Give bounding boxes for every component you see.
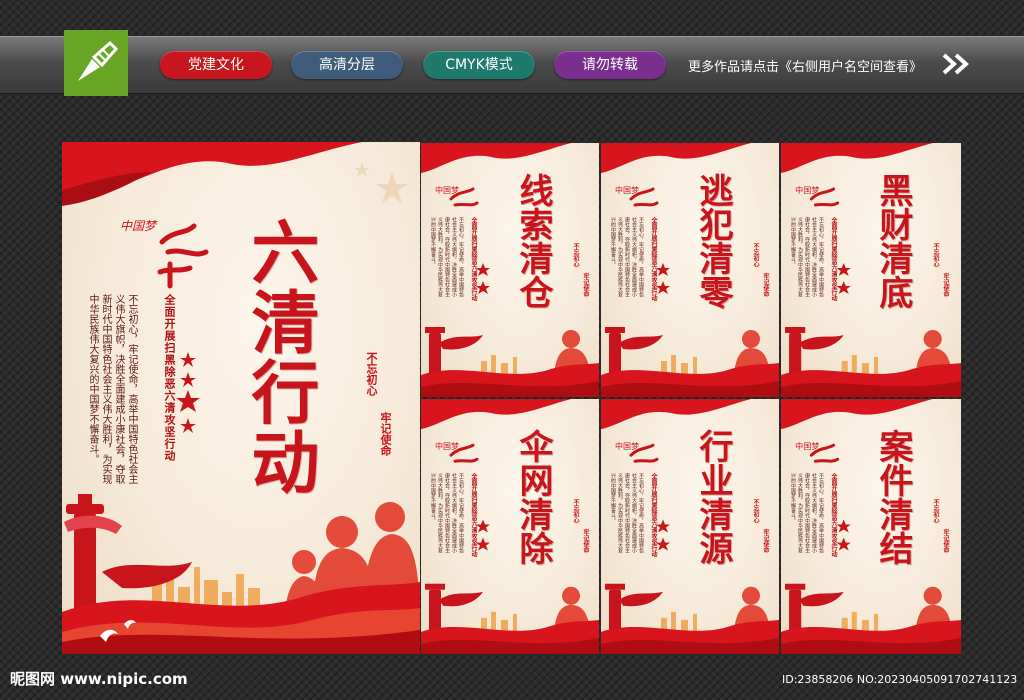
poster-case-closed: 中国梦 案件清结 全面开展扫黑除恶六清攻坚行动 不忘初心，牢记使命，高举中国特色… (781, 399, 961, 654)
poster-subtitle: 全面开展扫黑除恶六清攻坚行动 (830, 473, 837, 557)
watermark-id: ID:23858206 NO:20230405091702741123 (782, 673, 1018, 686)
poster-slogan-left: 不忘初心 (572, 243, 579, 267)
poster-slogan-left: 不忘初心 (572, 499, 579, 523)
svg-text:中国梦: 中国梦 (615, 185, 639, 195)
poster-title: 行业清源 (693, 429, 733, 565)
poster-subtitle: 全面开展扫黑除恶六清攻坚行动 (650, 473, 657, 557)
pen-icon (78, 40, 119, 81)
svg-text:中国梦: 中国梦 (120, 219, 158, 233)
poster-body: 不忘初心，牢记使命，高举中国特色社会主义伟大旗帜，决胜全面建成小康社会，夺取新时… (430, 473, 464, 553)
poster-title: 线索清仓 (513, 173, 553, 309)
poster-slogan-left: 不忘初心 (932, 499, 939, 523)
svg-text:中国梦: 中国梦 (435, 441, 459, 451)
poster-body: 不忘初心，牢记使命，高举中国特色社会主义伟大旗帜，决胜全面建成小康社会，夺取新时… (430, 217, 464, 297)
poster-slogan-left: 不忘初心 (752, 243, 759, 267)
poster-subtitle: 全面开展扫黑除恶六清攻坚行动 (650, 217, 657, 301)
poster-slogan-right: 牢记使命 (762, 529, 769, 553)
poster-title: 黑财清底 (873, 173, 913, 309)
poster-slogan-right: 牢记使命 (942, 529, 949, 553)
poster-subtitle: 全面开展扫黑除恶六清攻坚行动 (830, 217, 837, 301)
poster-black-money: 中国梦 黑财清底 全面开展扫黑除恶六清攻坚行动 不忘初心，牢记使命，高举中国特色… (781, 143, 961, 397)
main-poster-body: 不忘初心，牢记使命，高举中国特色社会主义伟大旗帜，决胜全面建成小康社会，夺取新时… (87, 294, 137, 484)
poster-slogan-right: 牢记使命 (762, 273, 769, 297)
poster-fugitive-zero: 中国梦 逃犯清零 全面开展扫黑除恶六清攻坚行动 不忘初心，牢记使命，高举中国特色… (601, 143, 779, 397)
tag-cmyk-mode[interactable]: CMYK模式 (423, 51, 535, 79)
site-logo[interactable] (64, 30, 128, 96)
poster-body: 不忘初心，牢记使命，高举中国特色社会主义伟大旗帜，决胜全面建成小康社会，夺取新时… (790, 473, 824, 553)
main-poster: 中国梦 六清行动 全面开展扫黑除恶六清攻坚行动 不忘初心，牢记使命，高举中国特色… (62, 142, 420, 654)
chinese-dream-logo: 中国梦 (120, 219, 209, 289)
poster-title: 逃犯清零 (693, 173, 733, 309)
poster-slogan-right: 牢记使命 (942, 273, 949, 297)
poster-slogan-left: 不忘初心 (932, 243, 939, 267)
poster-umbrella-clear: 中国梦 伞网清除 全面开展扫黑除恶六清攻坚行动 不忘初心，牢记使命，高举中国特色… (421, 399, 599, 654)
poster-slogan-right: 牢记使命 (582, 273, 589, 297)
svg-text:中国梦: 中国梦 (435, 185, 459, 195)
poster-subtitle: 全面开展扫黑除恶六清攻坚行动 (470, 473, 477, 557)
poster-industry-source: 中国梦 行业清源 全面开展扫黑除恶六清攻坚行动 不忘初心，牢记使命，高举中国特色… (601, 399, 779, 654)
svg-text:中国梦: 中国梦 (615, 441, 639, 451)
poster-slogan-left: 不忘初心 (752, 499, 759, 523)
poster-body: 不忘初心，牢记使命，高举中国特色社会主义伟大旗帜，决胜全面建成小康社会，夺取新时… (610, 473, 644, 553)
poster-title: 伞网清除 (513, 429, 553, 565)
poster-body: 不忘初心，牢记使命，高举中国特色社会主义伟大旗帜，决胜全面建成小康社会，夺取新时… (790, 217, 824, 297)
main-poster-title: 六清行动 (239, 217, 319, 497)
watermark-site: 昵图网 www.nipic.com (10, 670, 188, 688)
tag-hd-layers[interactable]: 高清分层 (291, 51, 403, 79)
poster-subtitle: 全面开展扫黑除恶六清攻坚行动 (470, 217, 477, 301)
more-works-link[interactable]: 更多作品请点击《右侧用户名空间查看》 (688, 56, 922, 75)
main-slogan-left: 不忘初心 (365, 352, 378, 396)
poster-slogan-right: 牢记使命 (582, 529, 589, 553)
svg-text:中国梦: 中国梦 (795, 441, 819, 451)
poster-clue-clear: 中国梦 线索清仓 全面开展扫黑除恶六清攻坚行动 不忘初心，牢记使命，高举中国特色… (421, 143, 599, 397)
main-slogan-right: 牢记使命 (379, 412, 392, 456)
tag-no-repost[interactable]: 请勿转载 (554, 51, 666, 79)
tag-party-culture[interactable]: 党建文化 (160, 51, 272, 79)
main-poster-subtitle: 全面开展扫黑除恶六清攻坚行动 (163, 294, 176, 462)
poster-title: 案件清结 (873, 429, 913, 565)
svg-text:中国梦: 中国梦 (795, 185, 819, 195)
double-chevron-right-icon[interactable] (942, 53, 972, 75)
poster-body: 不忘初心，牢记使命，高举中国特色社会主义伟大旗帜，决胜全面建成小康社会，夺取新时… (610, 217, 644, 297)
